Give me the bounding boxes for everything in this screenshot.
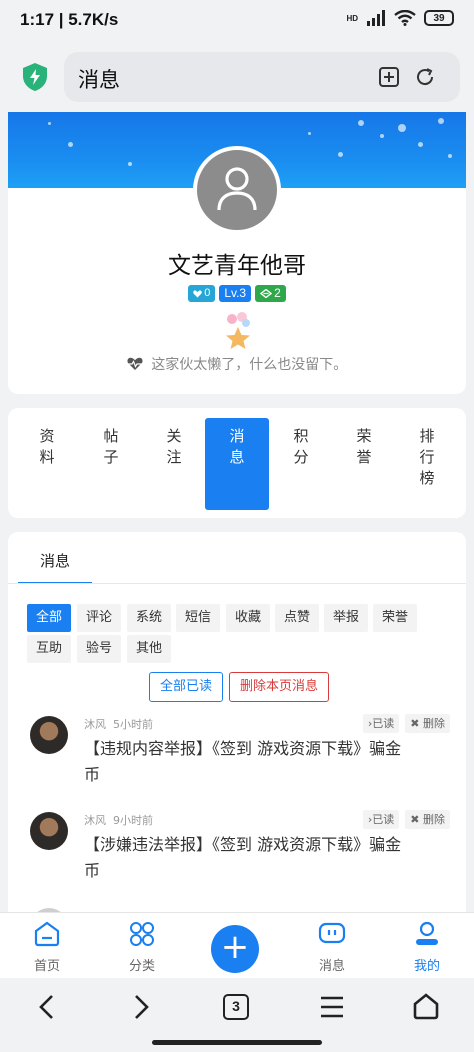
- filter-chip-honor[interactable]: 荣誉: [373, 604, 418, 632]
- nav-messages[interactable]: 消息: [297, 921, 367, 974]
- level-badge: Lv.3: [219, 285, 252, 302]
- filter-chip-verify[interactable]: 验号: [77, 635, 122, 663]
- battery-icon: 39: [424, 10, 454, 26]
- profile-tabs: 资料 帖子 关注 消息 积分 荣誉 排行榜: [8, 408, 466, 518]
- tab-honors[interactable]: 荣誉: [332, 418, 396, 510]
- heartbeat-icon: [127, 357, 143, 370]
- tab-leaderboard[interactable]: 排行榜: [395, 418, 459, 510]
- tab-following[interactable]: 关注: [142, 418, 206, 510]
- forward-icon[interactable]: [130, 994, 152, 1020]
- tabs-count-button[interactable]: 3: [223, 994, 249, 1020]
- tab-points[interactable]: 积分: [269, 418, 333, 510]
- heart-icon: [193, 289, 202, 297]
- tab-posts[interactable]: 帖子: [79, 418, 143, 510]
- sender-avatar[interactable]: [30, 812, 68, 850]
- message-meta: 沐风 5小时前: [84, 716, 153, 732]
- create-post-button[interactable]: +: [211, 925, 259, 973]
- profile-card: 文艺青年他哥 0 Lv.3 2 这家伙太懒了，什么也没留下。: [8, 112, 466, 394]
- back-icon[interactable]: [36, 994, 58, 1020]
- badge-row: 0 Lv.3 2: [8, 285, 466, 302]
- plus-icon: +: [220, 927, 250, 967]
- mark-read-button[interactable]: ›已读: [362, 810, 400, 829]
- mark-all-read-button[interactable]: 全部已读: [149, 672, 223, 702]
- status-icons: HD 39: [346, 10, 454, 26]
- message-icon: [318, 922, 346, 944]
- signal-icon: [367, 10, 385, 26]
- message-text[interactable]: 【违规内容举报】《签到 游戏资源下载》骗金币: [84, 736, 414, 788]
- filter-chip-help[interactable]: 互助: [27, 635, 72, 663]
- nav-category[interactable]: 分类: [107, 921, 177, 974]
- signature-row: 这家伙太懒了，什么也没留下。: [8, 354, 466, 374]
- username: 文艺青年他哥: [168, 253, 306, 279]
- category-icon: [130, 922, 154, 946]
- message-actions: ›已读 ✖ 删除: [362, 810, 450, 829]
- filter-chip-favorite[interactable]: 收藏: [226, 604, 271, 632]
- status-bar: 1:17 | 5.7K/s HD 39: [0, 0, 474, 44]
- user-silhouette-icon: [217, 167, 257, 211]
- points-badge: 2: [255, 285, 286, 302]
- tab-profile-info[interactable]: 资料: [15, 418, 79, 510]
- wifi-icon: [394, 10, 416, 26]
- delete-page-button[interactable]: 删除本页消息: [229, 672, 329, 702]
- close-icon: ✖: [410, 813, 420, 826]
- sender-name: 沐风: [84, 718, 106, 731]
- vip-badge: 0: [188, 285, 216, 302]
- status-time: 1:17 | 5.7K/s: [20, 10, 119, 29]
- messages-header-tab[interactable]: 消息: [18, 546, 92, 584]
- message-meta: 沐风 9小时前: [84, 812, 153, 828]
- shield-icon[interactable]: [22, 62, 48, 92]
- message-actions: ›已读 ✖ 删除: [362, 714, 450, 733]
- filter-chip-sms[interactable]: 短信: [176, 604, 221, 632]
- delete-message-button[interactable]: ✖ 删除: [405, 810, 450, 829]
- divider: [8, 583, 466, 584]
- tab-messages[interactable]: 消息: [205, 418, 269, 510]
- diamond-icon: [260, 289, 273, 298]
- sender-avatar[interactable]: [30, 716, 68, 754]
- filter-chip-comment[interactable]: 评论: [77, 604, 122, 632]
- home-indicator: [152, 1040, 322, 1045]
- filter-chip-all[interactable]: 全部: [27, 604, 72, 632]
- sender-name: 沐风: [84, 814, 106, 827]
- url-field[interactable]: 消息: [64, 52, 460, 102]
- home-outline-icon[interactable]: [412, 992, 440, 1020]
- delete-message-button[interactable]: ✖ 删除: [405, 714, 450, 733]
- star-decoration-icon: [226, 312, 250, 349]
- message-time: 5小时前: [113, 718, 153, 731]
- filter-chip-system[interactable]: 系统: [127, 604, 172, 632]
- profile-icon: [416, 921, 438, 945]
- nav-home[interactable]: 首页: [12, 921, 82, 974]
- message-time: 9小时前: [113, 814, 153, 827]
- signature-text: 这家伙太懒了，什么也没留下。: [151, 357, 348, 373]
- add-bookmark-icon[interactable]: [378, 66, 400, 88]
- close-icon: ✖: [410, 717, 420, 730]
- messages-panel: 消息 全部 评论 系统 短信 收藏 点赞 举报 荣誉 互助 验号 其他 全部已读…: [8, 532, 466, 952]
- message-item[interactable]: 沐风 5小时前 ›已读 ✖ 删除 【违规内容举报】《签到 游戏资源下载》骗金币: [8, 714, 466, 812]
- refresh-icon[interactable]: [414, 66, 436, 88]
- bottom-navigation: 首页 分类 + 消息 我的: [0, 912, 474, 978]
- message-item[interactable]: 沐风 9小时前 ›已读 ✖ 删除 【涉嫌违法举报】《签到 游戏资源下载》骗金币: [8, 810, 466, 908]
- address-title: 消息: [78, 68, 120, 92]
- avatar[interactable]: [193, 146, 281, 234]
- address-bar: 消息: [0, 44, 474, 112]
- menu-icon[interactable]: [319, 995, 345, 1019]
- filter-chip-like[interactable]: 点赞: [275, 604, 320, 632]
- mark-read-button[interactable]: ›已读: [362, 714, 400, 733]
- hd-badge: HD: [346, 13, 358, 23]
- home-icon: [34, 921, 60, 947]
- filter-chip-report[interactable]: 举报: [324, 604, 369, 632]
- filter-chip-other[interactable]: 其他: [127, 635, 172, 663]
- nav-profile[interactable]: 我的: [392, 921, 462, 974]
- message-text[interactable]: 【涉嫌违法举报】《签到 游戏资源下载》骗金币: [84, 832, 414, 884]
- browser-toolbar: 3: [0, 978, 474, 1052]
